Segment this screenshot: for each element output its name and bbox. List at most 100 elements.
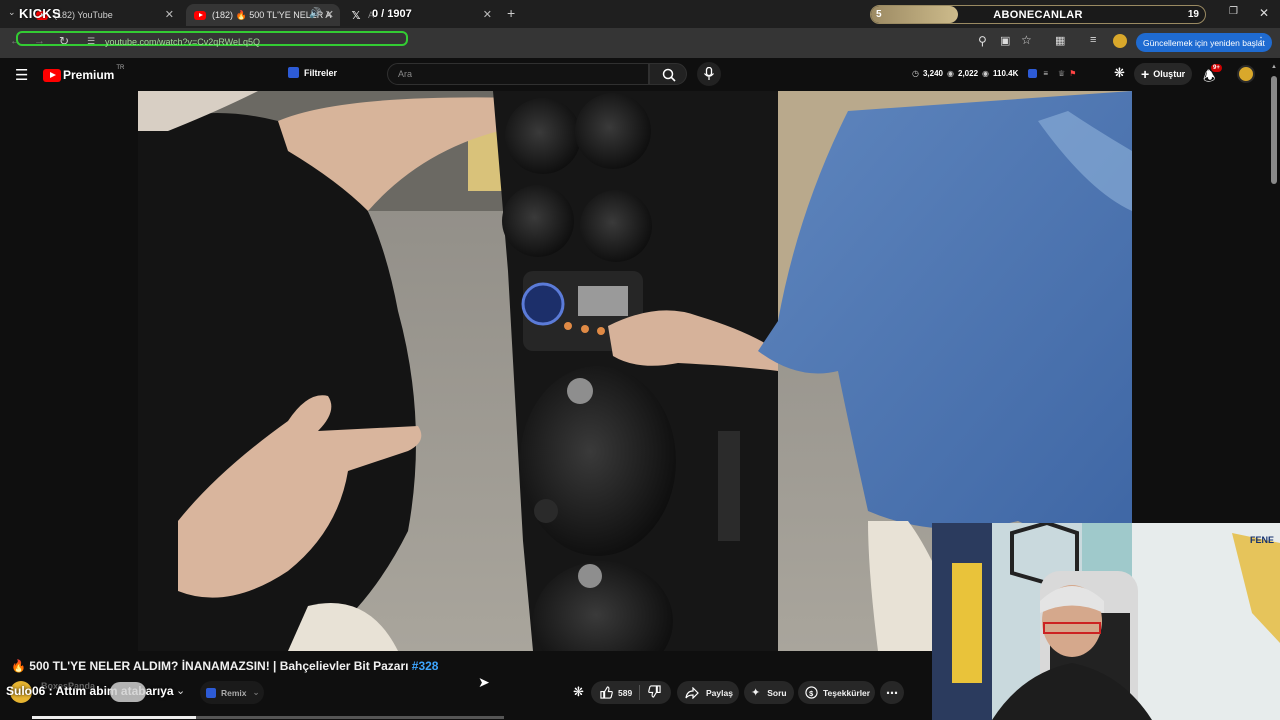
hamburger-menu-icon[interactable]: ☰ [15, 66, 28, 84]
ask-label: Soru [767, 687, 787, 698]
subscriber-goal-bar: 5 ABONECANLAR 19 [870, 5, 1206, 24]
install-app-icon[interactable]: ▣ [1000, 34, 1010, 47]
video-title: 🔥 500 TL'YE NELER ALDIM? İNANAMAZSIN! | … [11, 659, 438, 673]
audio-playing-icon[interactable]: 🔊 [309, 8, 321, 19]
video-progress-played [32, 716, 196, 719]
page-scrollbar[interactable]: ▲ [1270, 64, 1278, 524]
kicks-overlay-label: KICKS [19, 6, 61, 21]
close-tab-icon[interactable]: ✕ [165, 8, 174, 21]
close-tab-icon[interactable]: ✕ [483, 8, 492, 21]
remix-chevron-icon: ⌄ [252, 687, 260, 697]
share-label: Paylaş [706, 687, 733, 698]
address-bar-row: ← → ↻ ☰ youtube.com/watch?v=Cv2qRWeLq5Q … [0, 28, 1280, 58]
notifications-button[interactable]: 🕭 9+ [1203, 64, 1222, 90]
tab-current-video[interactable]: (182) 🔥 500 TL'YE NELER A 🔊 ✕ [186, 4, 340, 26]
like-dislike-group: 589 [591, 681, 671, 704]
account-avatar[interactable] [1237, 65, 1255, 83]
thanks-heart-icon: $ [805, 686, 818, 699]
stat-value-a: 3,240 [922, 69, 944, 78]
remix-extension-icon [206, 687, 216, 698]
share-arrow-icon [685, 686, 699, 699]
thumbs-up-icon [600, 686, 613, 699]
playlist-icon[interactable]: ≡ [1043, 69, 1048, 78]
remix-button[interactable]: Remix ⌄ [200, 681, 264, 704]
overlay-counter: 0 / 1907 [372, 8, 412, 20]
bell-alert-icon[interactable]: ⚑ [1069, 69, 1076, 78]
eye-icon: ◉ [947, 69, 954, 78]
microphone-icon [704, 67, 714, 80]
subscriber-goal-title: ABONECANLAR [993, 9, 1083, 21]
restart-to-update-button[interactable]: Güncellemek için yeniden başlat ⋮ [1136, 33, 1272, 52]
create-button[interactable]: + Oluştur [1134, 63, 1192, 85]
subscribe-button[interactable] [110, 682, 146, 702]
site-info-icon[interactable]: ☰ [87, 36, 95, 47]
ask-button[interactable]: ✦ Soru [744, 681, 794, 704]
pinwheel-icon[interactable]: ❋ [1114, 65, 1125, 81]
subscriber-goal-target: 19 [1187, 9, 1199, 20]
notification-badge: 9+ [1211, 64, 1222, 72]
scroll-up-arrow-icon[interactable]: ▲ [1271, 64, 1277, 70]
video-title-text: 🔥 500 TL'YE NELER ALDIM? İNANAMAZSIN! | … [11, 659, 412, 673]
thanks-button[interactable]: $ Teşekkürler [798, 681, 875, 704]
url-input[interactable]: youtube.com/watch?v=Cv2qRWeLq5Q [105, 37, 260, 47]
like-count: 589 [618, 687, 633, 698]
close-window-icon[interactable]: ✕ [1259, 6, 1269, 20]
tab-label: (182) YouTube [54, 10, 113, 20]
extensions-puzzle-icon[interactable]: ▦ [1055, 34, 1065, 47]
cursor-arrow-icon: ➤ [478, 674, 490, 690]
search-button[interactable] [649, 63, 687, 85]
zoom-icon[interactable]: ⚲ [978, 34, 987, 48]
tab-x[interactable]: 𝕏 A ✕ [342, 4, 498, 26]
search-placeholder: Ara [398, 69, 413, 79]
search-input[interactable]: Ara [387, 63, 649, 85]
remix-label: Remix [221, 687, 247, 698]
premium-label: Premium [63, 68, 115, 82]
stream-chat-caption: Sulo06 : Attım abim atabarıya [6, 684, 174, 698]
stat-value-b: 2,022 [958, 69, 979, 78]
thanks-label: Teşekkürler [823, 687, 871, 698]
filter-extension-icon [288, 67, 299, 78]
filters-label: Filtreler [304, 67, 338, 78]
clock-icon: ◷ [912, 69, 919, 78]
pinwheel-action-icon[interactable]: ❋ [573, 684, 584, 700]
search-icon [662, 68, 676, 82]
subscription-chevron-down-icon[interactable]: ⌄ [176, 684, 185, 697]
browser-tab-strip: ⌄ (182) YouTube ✕ (182) 🔥 500 TL'YE NELE… [0, 0, 1280, 28]
reading-list-icon[interactable]: ≡ [1090, 34, 1096, 46]
restart-to-update-label: Güncellemek için yeniden başlat [1143, 37, 1265, 48]
youtube-favicon-icon [194, 9, 206, 21]
thumbs-down-icon [648, 685, 661, 698]
like-button[interactable]: 589 [591, 686, 639, 699]
restore-window-icon[interactable]: ❐ [1229, 6, 1238, 17]
x-logo-icon: 𝕏 [351, 9, 361, 22]
eye-icon: ◉ [982, 69, 990, 78]
youtube-premium-logo[interactable]: Premium TR [43, 65, 125, 82]
video-hashtag[interactable]: #328 [412, 659, 439, 673]
more-actions-button[interactable]: ⋯ [880, 681, 904, 704]
create-label: Oluştur [1153, 69, 1186, 79]
webcam-streamer-image: FENE [932, 523, 1280, 720]
filters-button[interactable]: Filtreler [288, 67, 337, 78]
more-vertical-icon[interactable]: ⋮ [1256, 36, 1266, 47]
sparkle-icon: ✦ [751, 687, 761, 699]
bookmark-star-icon[interactable]: ☆ [1021, 33, 1032, 47]
country-code: TR [116, 65, 125, 71]
video-progress-track[interactable] [32, 716, 504, 719]
more-horizontal-icon: ⋯ [886, 685, 898, 700]
close-tab-icon[interactable]: ✕ [325, 8, 334, 21]
extension-icon[interactable] [1028, 69, 1038, 78]
trophy-icon[interactable]: ♕ [1058, 69, 1065, 78]
scrollbar-thumb[interactable] [1271, 76, 1277, 184]
profile-avatar-icon[interactable] [1113, 34, 1127, 48]
dislike-button[interactable] [640, 685, 661, 700]
plus-icon: + [1141, 66, 1150, 82]
tab-search-chevron-icon[interactable]: ⌄ [8, 7, 16, 18]
voice-search-button[interactable] [697, 62, 721, 86]
svg-text:$: $ [809, 689, 814, 698]
webcam-pennant-text: FENE [1250, 535, 1274, 545]
webcam-overlay: FENE [932, 523, 1280, 720]
new-tab-plus-icon[interactable]: + [507, 5, 515, 21]
header-stats: ◷ 3,240 ◉ 2,022 ◉ 110.4K ≡ ♕ ⚑ [912, 69, 1076, 78]
stat-value-c: 110.4K [993, 69, 1019, 78]
share-button[interactable]: Paylaş [677, 681, 739, 704]
